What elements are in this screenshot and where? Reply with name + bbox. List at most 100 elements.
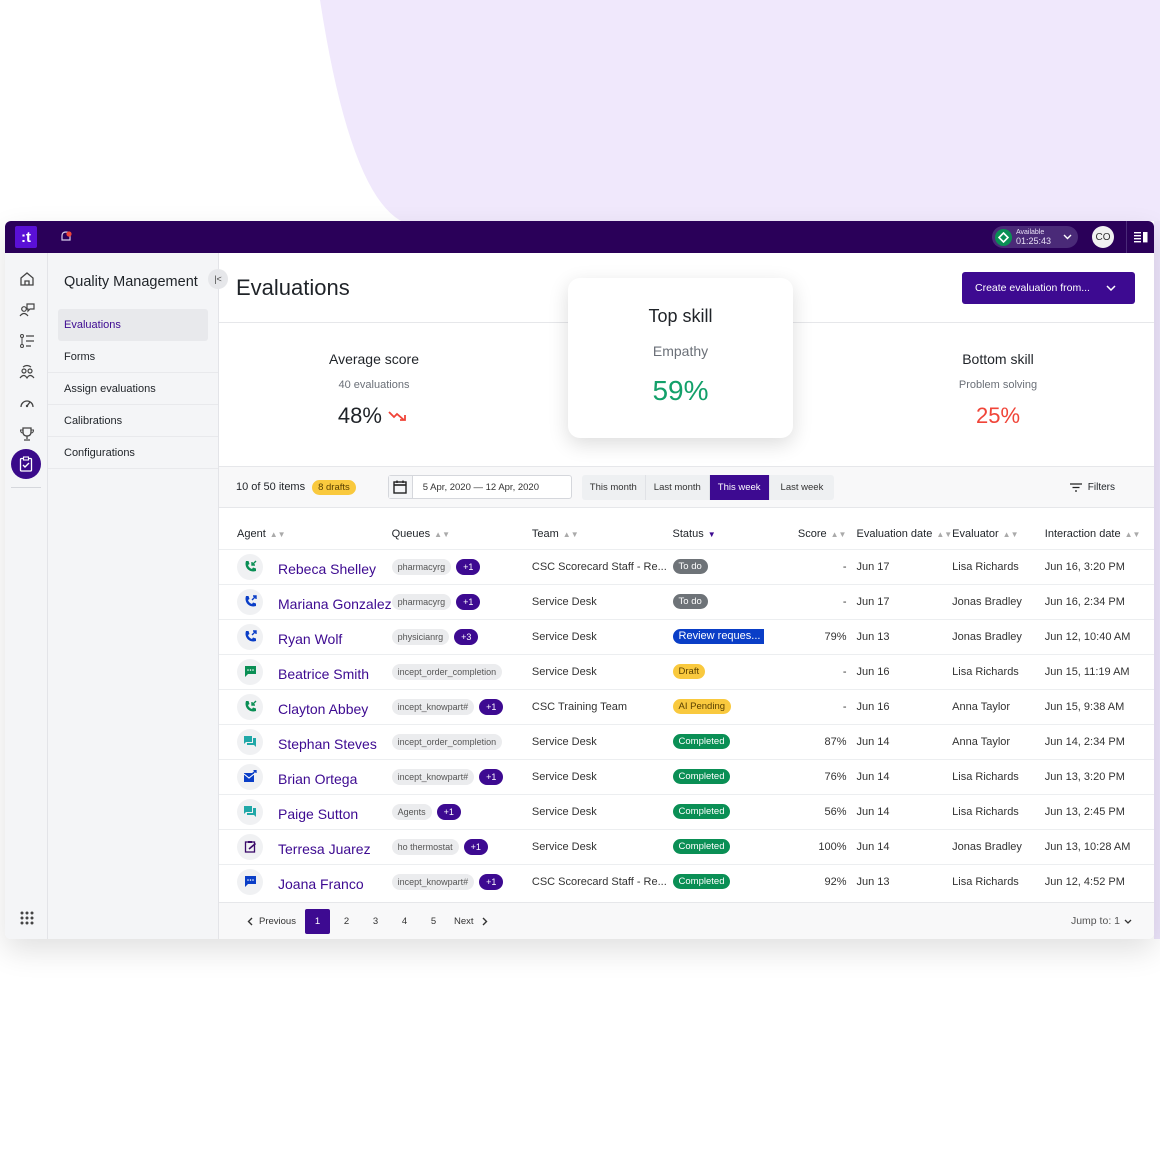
agent-name-link[interactable]: Brian Ortega: [278, 771, 357, 787]
table-row[interactable]: Clayton Abbey incept_knowpart# +1 CSC Train…: [219, 688, 1154, 724]
filters-button[interactable]: Filters: [1069, 482, 1115, 493]
top-skill-value: 59%: [652, 375, 709, 406]
agent-name-link[interactable]: Rebeca Shelley: [278, 561, 376, 577]
presence-selector[interactable]: Available 01:25:43: [991, 226, 1078, 248]
table-row[interactable]: Joana Franco incept_knowpart# +1 CSC Scorec…: [219, 863, 1154, 899]
table-row[interactable]: Terresa Juarez ho thermostat +1 Service Des…: [219, 828, 1154, 864]
column-evaluator[interactable]: Evaluator ▲▼: [952, 519, 1045, 549]
agent-name-link[interactable]: Joana Franco: [278, 876, 364, 892]
interaction-date-cell: Jun 16, 3:20 PM: [1044, 548, 1154, 584]
user-avatar[interactable]: CO: [1092, 226, 1114, 248]
sort-icon: ▲▼: [830, 529, 847, 539]
status-badge: Completed: [672, 839, 731, 854]
more-queues-chip[interactable]: +3: [454, 628, 479, 645]
column-agent[interactable]: Agent ▲▼: [219, 519, 392, 549]
agent-name-link[interactable]: Paige Sutton: [278, 806, 358, 822]
table-row[interactable]: Beatrice Smith incept_order_completion Ser…: [219, 653, 1154, 689]
status-badge: Completed: [672, 769, 731, 784]
range-last-week[interactable]: Last week: [770, 475, 835, 500]
team-icon[interactable]: [5, 356, 48, 387]
column-team[interactable]: Team ▲▼: [532, 519, 673, 549]
score-cell: 79%: [787, 618, 857, 654]
more-queues-chip[interactable]: +1: [463, 838, 488, 855]
calendar-icon[interactable]: [388, 476, 413, 498]
drafts-badge[interactable]: 8 drafts: [312, 479, 356, 495]
list-icon[interactable]: [5, 325, 48, 356]
range-this-month[interactable]: This month: [582, 474, 646, 500]
next-page-button[interactable]: Next: [454, 916, 488, 927]
page-3[interactable]: 3: [363, 909, 388, 934]
app-logo[interactable]: :t: [15, 226, 37, 248]
more-queues-chip[interactable]: +1: [456, 593, 481, 610]
agent-name-link[interactable]: Ryan Wolf: [278, 631, 342, 647]
subnav-item-forms[interactable]: Forms: [48, 341, 218, 373]
table-row[interactable]: Ryan Wolf physicianrg +3 Service Desk Review…: [219, 618, 1154, 654]
table-row[interactable]: Brian Ortega incept_knowpart# +1 Service De…: [219, 758, 1154, 794]
item-count: 10 of 50 items: [236, 481, 306, 493]
page-5[interactable]: 5: [421, 909, 446, 934]
create-evaluation-button[interactable]: Create evaluation from...: [962, 272, 1135, 304]
range-last-month[interactable]: Last month: [646, 474, 710, 500]
sort-icon: ▲▼: [1124, 529, 1141, 539]
average-score-title: Average score: [328, 351, 419, 367]
notification-bell-icon[interactable]: [59, 230, 73, 244]
range-this-week[interactable]: This week: [709, 474, 770, 500]
previous-page-button[interactable]: Previous: [247, 916, 296, 927]
bottom-skill-card: Bottom skill Problem solving 25%: [888, 351, 1108, 429]
agent-name-link[interactable]: Terresa Juarez: [278, 841, 371, 857]
page-2[interactable]: 2: [334, 909, 359, 934]
agent-name-link[interactable]: Stephan Steves: [278, 736, 377, 752]
page-4[interactable]: 4: [392, 909, 417, 934]
evaluation-date-cell: Jun 14: [856, 723, 953, 759]
app-launcher-icon[interactable]: [5, 911, 48, 925]
evaluator-cell: Jonas Bradley: [952, 618, 1045, 654]
queue-chip: Agents: [391, 803, 432, 820]
page-1[interactable]: 1: [304, 908, 330, 934]
agent-name-link[interactable]: Mariana Gonzalez: [278, 596, 392, 612]
table-row[interactable]: Rebeca Shelley pharmacyrg +1 CSC Scorecard …: [219, 548, 1154, 584]
interaction-date-cell: Jun 12, 4:52 PM: [1044, 863, 1154, 899]
agent-name-link[interactable]: Clayton Abbey: [278, 701, 368, 717]
date-range-picker[interactable]: 5 Apr, 2020 — 12 Apr, 2020: [387, 475, 572, 499]
more-queues-chip[interactable]: +1: [456, 558, 481, 575]
evaluation-date-cell: Jun 13: [856, 618, 953, 654]
score-cell: -: [787, 653, 857, 689]
interaction-date-cell: Jun 13, 10:28 AM: [1044, 828, 1154, 864]
trophy-icon[interactable]: [5, 418, 48, 449]
task-icon: [237, 833, 263, 860]
column-evaluation-date[interactable]: Evaluation date ▲▼: [856, 519, 952, 549]
column-score[interactable]: Score ▲▼: [787, 519, 856, 549]
column-queues[interactable]: Queues ▲▼: [392, 519, 532, 549]
side-panel-toggle-icon[interactable]: [1126, 221, 1154, 253]
chat-icon: [237, 798, 263, 825]
table-row[interactable]: Stephan Steves incept_order_completion Ser…: [219, 723, 1154, 759]
subnav-item-evaluations[interactable]: Evaluations: [58, 309, 208, 341]
sub-navigation: Quality Management |< Evaluations Forms …: [48, 253, 228, 939]
jump-to-page-select[interactable]: Jump to: 1: [1071, 915, 1132, 927]
team-cell: Service Desk: [531, 723, 673, 759]
column-status[interactable]: Status ▼: [673, 519, 788, 549]
subnav-item-configurations[interactable]: Configurations: [48, 437, 218, 469]
more-queues-chip[interactable]: +1: [479, 873, 504, 890]
subnav-item-calibrations[interactable]: Calibrations: [48, 405, 218, 437]
top-bar: :t Available 01:25:43 CO: [5, 221, 1154, 253]
evaluation-date-cell: Jun 14: [856, 828, 953, 864]
more-queues-chip[interactable]: +1: [436, 803, 461, 820]
subnav-item-assign-evaluations[interactable]: Assign evaluations: [48, 373, 218, 405]
sms-icon: [237, 658, 263, 685]
table-row[interactable]: Paige Sutton Agents +1 Service Desk Complete…: [219, 793, 1154, 829]
dashboard-gauge-icon[interactable]: [5, 387, 48, 418]
table-row[interactable]: Mariana Gonzalez pharmacyrg +1 Service Desk…: [219, 583, 1154, 619]
agent-name-link[interactable]: Beatrice Smith: [278, 666, 369, 682]
column-interaction-date[interactable]: Interaction date ▲▼: [1045, 519, 1154, 549]
agent-chat-icon[interactable]: [5, 294, 48, 325]
interaction-date-cell: Jun 16, 2:34 PM: [1044, 583, 1154, 619]
more-queues-chip[interactable]: +1: [479, 698, 504, 715]
more-queues-chip[interactable]: +1: [479, 768, 504, 785]
average-score-card: Average score 40 evaluations 48%: [264, 351, 484, 429]
evaluation-date-cell: Jun 14: [856, 793, 953, 829]
range-preset-group: This month Last month This week Last wee…: [581, 474, 835, 500]
quality-management-icon[interactable]: [11, 449, 41, 479]
home-icon[interactable]: [5, 263, 48, 294]
evaluations-table: Agent ▲▼ Queues ▲▼ Team ▲▼ Status ▼ Score ▲▼ …: [219, 519, 1154, 899]
